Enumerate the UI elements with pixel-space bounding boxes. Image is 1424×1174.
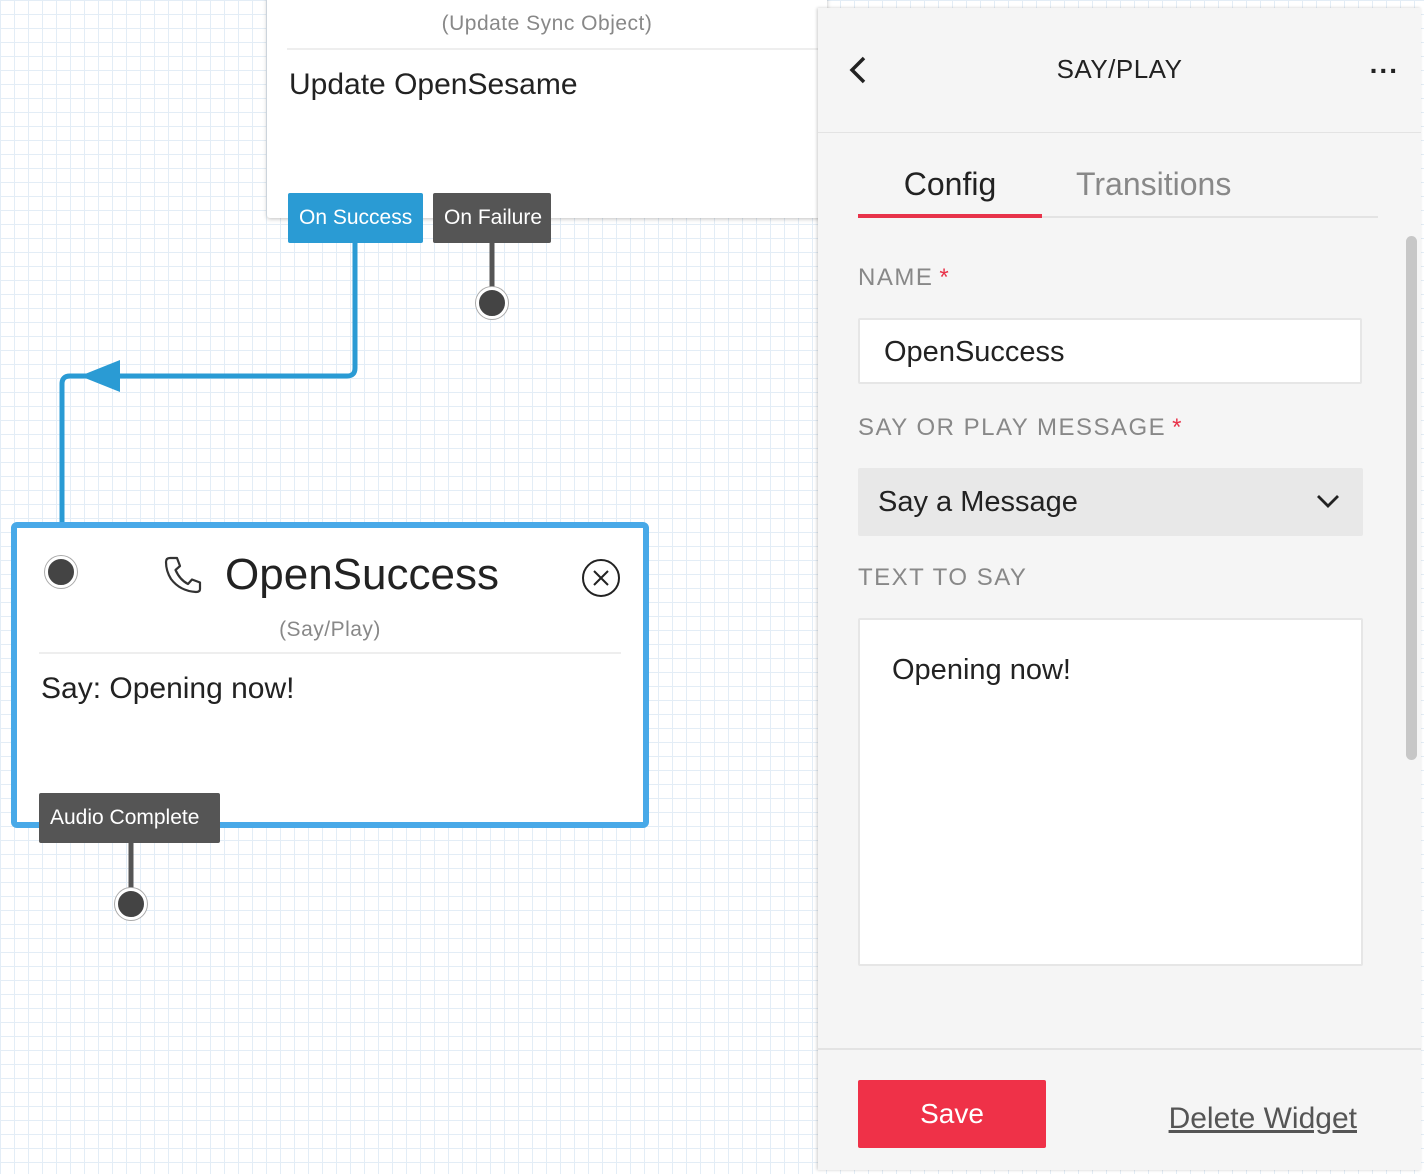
chevron-down-icon [1317, 495, 1339, 508]
panel-title: SAY/PLAY [1056, 54, 1183, 84]
widget-body-text: Update OpenSesame [289, 68, 578, 101]
required-marker: * [1172, 414, 1184, 441]
widget-title-row: OpenSuccess [17, 550, 643, 606]
name-label-text: NAME [858, 264, 934, 291]
name-input[interactable]: OpenSuccess [858, 318, 1362, 384]
widget-type-label: (Update Sync Object) [441, 12, 653, 35]
message-type-label: SAY OR PLAY MESSAGE * [858, 414, 1183, 442]
panel-tabs: Config Transitions [858, 158, 1378, 218]
tab-transitions[interactable]: Transitions [1076, 166, 1231, 214]
opensuccess-widget[interactable]: OpenSuccess (Say/Play) Say: Opening now! [11, 522, 649, 828]
text-to-say-label: TEXT TO SAY [858, 564, 1028, 591]
widget-body-text: Say: Opening now! [41, 672, 295, 705]
delete-widget-link[interactable]: Delete Widget [1169, 1102, 1357, 1136]
selected-option: Say a Message [878, 486, 1078, 518]
widget-divider [287, 48, 827, 50]
close-circle-icon[interactable] [581, 558, 621, 598]
widget-config-panel: SAY/PLAY ... Config Transitions NAME * Op… [818, 8, 1421, 1170]
panel-header: SAY/PLAY ... [818, 8, 1421, 133]
name-label: NAME * [858, 264, 950, 292]
more-options-icon[interactable]: ... [1370, 48, 1399, 80]
on-failure-transition[interactable]: On Failure [433, 193, 551, 243]
tab-config[interactable]: Config [858, 166, 1042, 218]
audio-connector-dot[interactable] [115, 888, 147, 920]
connection-arrow-icon [80, 360, 120, 392]
widget-type-label: (Say/Play) [279, 618, 381, 641]
flow-canvas[interactable]: (Update Sync Object) Update OpenSesame O… [0, 0, 827, 1174]
message-type-label-text: SAY OR PLAY MESSAGE [858, 414, 1167, 441]
update-sync-widget[interactable]: (Update Sync Object) Update OpenSesame [267, 0, 827, 218]
required-marker: * [939, 264, 951, 291]
failure-connector-dot[interactable] [476, 287, 508, 319]
message-type-select[interactable]: Say a Message [858, 468, 1363, 536]
panel-scrollbar[interactable] [1406, 236, 1417, 760]
widget-title: OpenSuccess [225, 550, 499, 599]
audio-complete-transition[interactable]: Audio Complete [39, 793, 220, 843]
text-to-say-textarea[interactable]: Opening now! [858, 618, 1363, 966]
save-button[interactable]: Save [858, 1080, 1046, 1148]
widget-divider [39, 652, 621, 654]
panel-footer: Save Delete Widget [818, 1048, 1421, 1172]
phone-icon [164, 556, 202, 594]
on-success-transition[interactable]: On Success [288, 193, 423, 243]
